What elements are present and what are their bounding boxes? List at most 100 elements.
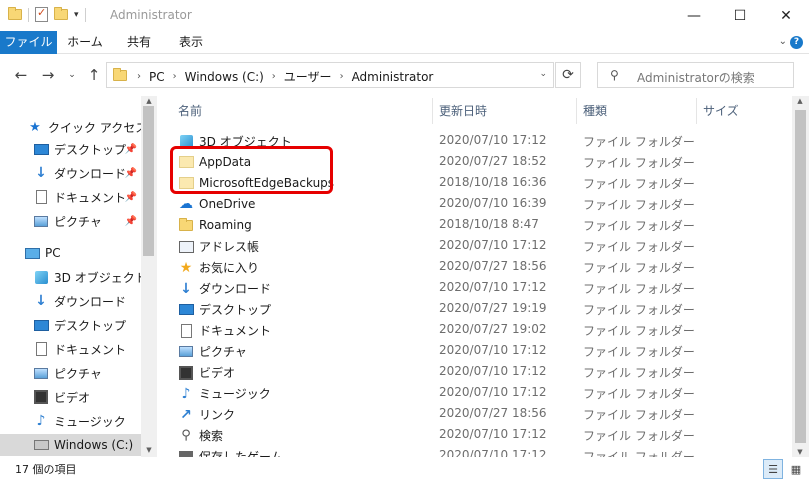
help-icon[interactable]: ? [790,36,803,49]
expand-ribbon-icon[interactable]: ⌄ [779,36,787,47]
nav-item-desktop-pc[interactable]: デスクトップ [0,314,141,336]
music-icon: ♪ [181,385,191,402]
maximize-button[interactable]: ☐ [717,0,763,31]
tab-home[interactable]: ホーム [60,31,110,54]
column-divider[interactable] [432,98,433,124]
file-row[interactable]: ☁ OneDrive 2020/07/10 16:39 ファイル フォルダー [176,193,776,214]
breadcrumb-separator[interactable]: › [272,71,276,82]
customize-qat-icon[interactable]: ▾ [74,10,79,20]
search-input[interactable]: ⚲ Administratorの検索 [597,62,794,88]
nav-item-videos[interactable]: ビデオ [0,386,141,408]
file-row[interactable]: ⚲ 検索 2020/07/10 17:12 ファイル フォルダー [176,424,776,445]
refresh-button[interactable]: ⟳ [555,62,581,88]
new-folder-icon[interactable] [54,7,68,20]
file-name: お気に入り [199,261,260,275]
address-bar[interactable]: › PC › Windows (C:) › ユーザー › Administrat… [106,62,554,88]
file-date: 2020/07/10 17:12 [439,427,547,441]
address-dropdown-icon[interactable]: ⌄ [539,69,547,79]
column-divider[interactable] [576,98,577,124]
nav-item-label: ダウンロード [54,294,127,309]
recent-locations-button[interactable]: ⌄ [61,64,83,86]
file-name: ダウンロード [199,282,272,296]
pin-icon[interactable]: 📌 [125,168,137,179]
properties-icon[interactable] [35,6,48,22]
pin-icon[interactable]: 📌 [125,192,137,203]
folder-icon[interactable] [8,7,22,20]
pin-icon[interactable]: 📌 [125,144,137,155]
nav-item-pictures[interactable]: ピクチャ 📌 [0,210,141,232]
forward-button[interactable]: → [37,64,59,86]
scroll-up-icon[interactable]: ▲ [141,96,157,106]
tab-share[interactable]: 共有 [115,31,163,54]
file-name: OneDrive [199,197,256,211]
file-date: 2020/07/10 17:12 [439,364,547,378]
close-button[interactable]: ✕ [763,0,809,31]
scroll-up-icon[interactable]: ▲ [792,96,808,106]
nav-item-label: ピクチャ [54,366,102,381]
column-divider[interactable] [696,98,697,124]
column-header-type[interactable]: 種類 [583,102,607,119]
file-row[interactable]: ↓ ダウンロード 2020/07/10 17:12 ファイル フォルダー [176,277,776,298]
nav-item-windows-c[interactable]: Windows (C:) [0,434,141,456]
breadcrumb-separator[interactable]: › [137,71,141,82]
documents-icon [33,189,49,205]
tab-view[interactable]: 表示 [167,31,215,54]
scroll-down-icon[interactable]: ▼ [792,447,808,457]
file-date: 2020/07/27 18:56 [439,259,547,273]
file-name: ピクチャ [199,345,247,359]
file-row[interactable]: ビデオ 2020/07/10 17:12 ファイル フォルダー [176,361,776,382]
file-type: ファイル フォルダー [583,450,695,457]
file-row[interactable]: 保存したゲーム 2020/07/10 17:12 ファイル フォルダー [176,445,776,457]
breadcrumb-separator[interactable]: › [340,71,344,82]
tab-file[interactable]: ファイル [0,31,57,54]
title-bar: ▾ Administrator — ☐ ✕ [0,0,809,31]
nav-item-pictures-pc[interactable]: ピクチャ [0,362,141,384]
file-type: ファイル フォルダー [583,408,695,422]
large-icons-view-icon[interactable]: ▦ [786,459,806,479]
back-button[interactable]: ← [10,64,32,86]
nav-item-downloads[interactable]: ↓ ダウンロード 📌 [0,162,141,184]
file-row[interactable]: アドレス帳 2020/07/10 17:12 ファイル フォルダー [176,235,776,256]
minimize-button[interactable]: — [671,0,717,31]
nav-item-pc[interactable]: PC [0,242,141,264]
pictures-icon [178,344,194,360]
nav-item-label: デスクトップ [54,142,127,157]
breadcrumb-separator[interactable]: › [173,71,177,82]
file-row[interactable]: ↗ リンク 2020/07/27 18:56 ファイル フォルダー [176,403,776,424]
file-row[interactable]: ★ お気に入り 2020/07/27 18:56 ファイル フォルダー [176,256,776,277]
breadcrumb-users[interactable]: ユーザー [284,68,332,85]
file-row[interactable]: デスクトップ 2020/07/27 19:19 ファイル フォルダー [176,298,776,319]
breadcrumb-administrator[interactable]: Administrator [352,70,434,84]
nav-item-music[interactable]: ♪ ミュージック [0,410,141,432]
nav-item-3d-objects[interactable]: 3D オブジェクト [0,266,147,288]
documents-icon [178,323,194,339]
navigation-scrollbar[interactable]: ▲ ▼ [141,96,157,457]
scrollbar-thumb[interactable] [143,106,154,256]
nav-item-quick-access[interactable]: ★ クイック アクセス [0,116,147,138]
pin-icon[interactable]: 📌 [125,216,137,227]
column-header-date[interactable]: 更新日時 [439,102,487,119]
nav-item-documents-pc[interactable]: ドキュメント [0,338,141,360]
scrollbar-thumb[interactable] [795,110,806,443]
nav-item-downloads-pc[interactable]: ↓ ダウンロード [0,290,141,312]
file-date: 2020/07/27 18:52 [439,154,547,168]
breadcrumb-drive[interactable]: Windows (C:) [185,70,264,84]
scroll-down-icon[interactable]: ▼ [141,445,157,455]
nav-item-label: ドキュメント [54,342,127,357]
file-row[interactable]: ピクチャ 2020/07/10 17:12 ファイル フォルダー [176,340,776,361]
nav-item-documents[interactable]: ドキュメント 📌 [0,186,141,208]
file-list-scrollbar[interactable]: ▲ ▼ [792,96,809,457]
details-view-icon[interactable]: ☰ [763,459,783,479]
navigation-pane: ★ クイック アクセス デスクトップ 📌 ↓ ダウンロード 📌 ドキュメント 📌… [0,96,157,457]
file-row[interactable]: ♪ ミュージック 2020/07/10 17:12 ファイル フォルダー [176,382,776,403]
links-icon: ↗ [180,406,192,423]
breadcrumb-pc[interactable]: PC [149,70,165,84]
nav-item-desktop[interactable]: デスクトップ 📌 [0,138,141,160]
file-type: ファイル フォルダー [583,177,695,191]
file-row[interactable]: ドキュメント 2020/07/27 19:02 ファイル フォルダー [176,319,776,340]
file-row[interactable]: Roaming 2018/10/18 8:47 ファイル フォルダー [176,214,776,235]
nav-item-label: ピクチャ [54,214,102,229]
up-button[interactable]: ↑ [83,64,105,86]
column-header-size[interactable]: サイズ [703,102,739,119]
column-header-name[interactable]: 名前 [178,102,202,119]
